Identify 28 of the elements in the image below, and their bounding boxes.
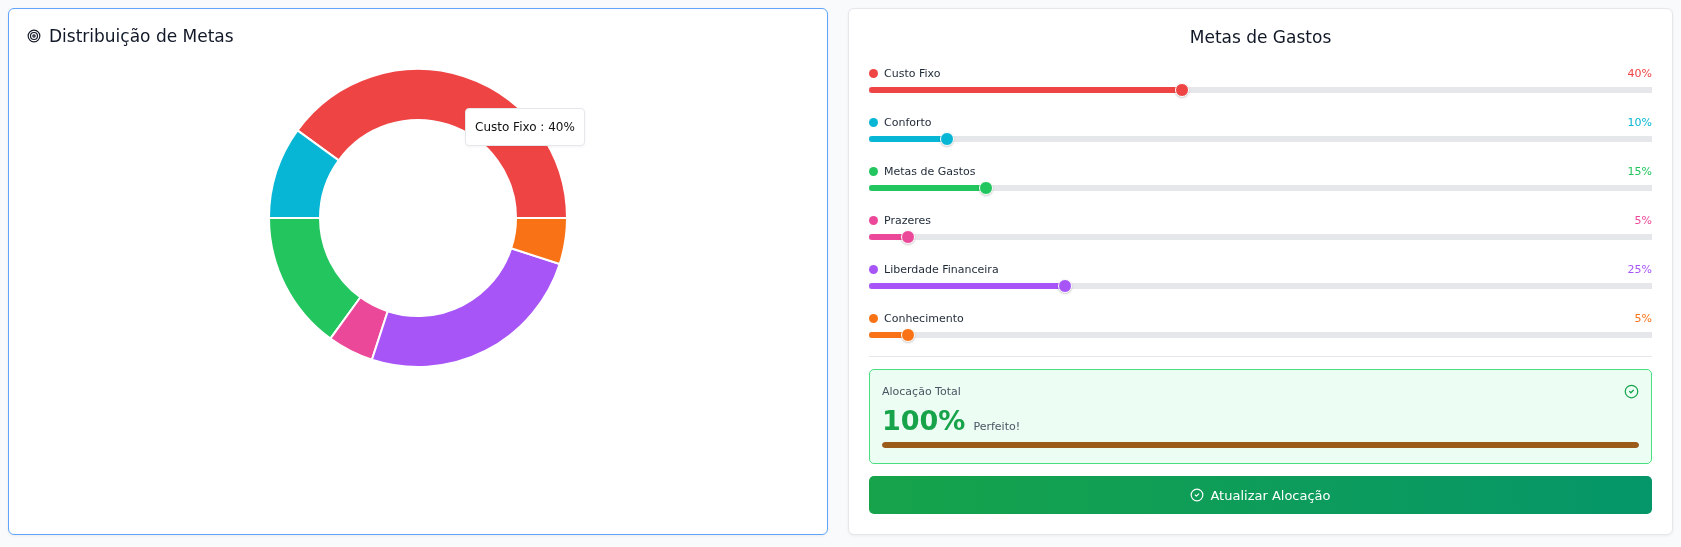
slider-thumb[interactable] (1175, 83, 1190, 97)
slider-thumb[interactable] (901, 328, 916, 342)
slider-thumb[interactable] (1057, 279, 1072, 293)
target-icon (27, 29, 41, 43)
check-icon (1624, 384, 1639, 399)
total-status: Perfeito! (973, 420, 1021, 433)
slider-label: Prazeres (884, 214, 933, 227)
slider-value: 15% (1627, 165, 1652, 178)
total-value: 100% (882, 405, 966, 436)
slider-label: Metas de Gastos (884, 165, 977, 178)
slider-value: 5% (1634, 312, 1652, 325)
slider-label: Conforto (884, 116, 933, 129)
total-label: Alocação Total (882, 385, 961, 398)
slider-value: 25% (1627, 263, 1652, 276)
slider-value: 40% (1627, 67, 1652, 80)
card-title: Metas de Gastos (1188, 27, 1333, 47)
slider-value: 5% (1634, 214, 1652, 227)
slider-value: 10% (1627, 116, 1652, 129)
chart-tooltip: Custo Fixo : 40% (465, 108, 585, 146)
check-icon (1190, 488, 1205, 502)
slider-label: Conhecimento (884, 312, 965, 325)
slider-thumb[interactable] (979, 181, 994, 195)
slider-label: Custo Fixo (884, 67, 942, 80)
slider-thumb[interactable] (901, 230, 916, 244)
slider-thumb[interactable] (940, 132, 955, 146)
update-button[interactable]: Atualizar Alocação (869, 476, 1652, 514)
slider-label: Liberdade Financeira (884, 263, 1000, 276)
card-title: Distribuição de Metas (49, 26, 234, 46)
